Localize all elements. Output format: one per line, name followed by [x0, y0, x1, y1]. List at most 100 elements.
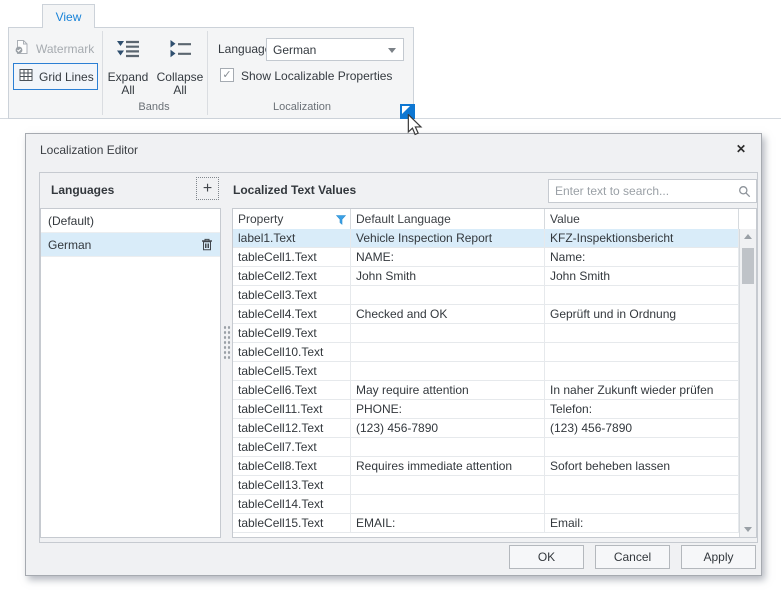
grid-cell[interactable] — [351, 495, 545, 513]
grid-cell[interactable] — [351, 324, 545, 342]
cancel-button[interactable]: Cancel — [595, 545, 670, 569]
grid-cell[interactable]: tableCell15.Text — [233, 514, 351, 532]
grid-cell[interactable]: tableCell12.Text — [233, 419, 351, 437]
grid-cell[interactable] — [351, 362, 545, 380]
grid-row[interactable]: tableCell1.TextNAME:Name: — [233, 248, 739, 267]
scrollbar-thumb[interactable] — [742, 248, 754, 284]
grid-cell[interactable] — [545, 324, 739, 342]
grid-cell[interactable]: John Smith — [351, 267, 545, 285]
grid-cell[interactable]: tableCell1.Text — [233, 248, 351, 266]
show-localizable-properties-checkbox[interactable]: ✓ — [220, 68, 234, 82]
expand-all-icon — [117, 38, 140, 64]
grid-row[interactable]: tableCell15.TextEMAIL:Email: — [233, 514, 739, 533]
close-icon[interactable]: ✕ — [732, 140, 750, 158]
grid-cell[interactable]: tableCell6.Text — [233, 381, 351, 399]
dialog-content-panel: Languages + (Default)German Localized Te… — [39, 172, 758, 543]
localization-group-label: Localization — [206, 101, 398, 113]
grid-cell[interactable]: tableCell14.Text — [233, 495, 351, 513]
grid-cell[interactable]: tableCell4.Text — [233, 305, 351, 323]
grid-cell[interactable] — [351, 286, 545, 304]
grid-cell[interactable]: tableCell3.Text — [233, 286, 351, 304]
grid-cell[interactable]: EMAIL: — [351, 514, 545, 532]
grid-cell[interactable]: Sofort beheben lassen — [545, 457, 739, 475]
grid-row[interactable]: tableCell10.Text — [233, 343, 739, 362]
grid-cell[interactable]: In naher Zukunft wieder prüfen — [545, 381, 739, 399]
scrollbar-down-icon[interactable] — [740, 522, 756, 537]
filter-icon[interactable] — [336, 214, 346, 228]
grid-row[interactable]: tableCell8.TextRequires immediate attent… — [233, 457, 739, 476]
grid-row[interactable]: tableCell3.Text — [233, 286, 739, 305]
grid-cell[interactable]: tableCell7.Text — [233, 438, 351, 456]
language-list-item[interactable]: German — [41, 233, 220, 257]
grid-cell[interactable]: John Smith — [545, 267, 739, 285]
language-name: German — [48, 238, 91, 252]
grid-cell[interactable]: Geprüft und in Ordnung — [545, 305, 739, 323]
dialog-title: Localization Editor — [40, 143, 138, 157]
grid-cell[interactable]: Email: — [545, 514, 739, 532]
grid-cell[interactable]: Checked and OK — [351, 305, 545, 323]
search-icon[interactable] — [738, 185, 751, 201]
grid-cell[interactable] — [351, 343, 545, 361]
grid-cell[interactable]: tableCell10.Text — [233, 343, 351, 361]
grid-row[interactable]: tableCell11.TextPHONE:Telefon: — [233, 400, 739, 419]
grid-cell[interactable]: May require attention — [351, 381, 545, 399]
grid-cell[interactable]: label1.Text — [233, 229, 351, 247]
grid-cell[interactable]: Vehicle Inspection Report — [351, 229, 545, 247]
language-list-item[interactable]: (Default) — [41, 209, 220, 233]
grid-cell[interactable]: PHONE: — [351, 400, 545, 418]
grid-row[interactable]: tableCell6.TextMay require attentionIn n… — [233, 381, 739, 400]
grid-row[interactable]: tableCell2.TextJohn SmithJohn Smith — [233, 267, 739, 286]
grid-cell[interactable]: tableCell11.Text — [233, 400, 351, 418]
column-header-property[interactable]: Property — [233, 209, 351, 229]
grid-row[interactable]: tableCell14.Text — [233, 495, 739, 514]
search-input[interactable] — [549, 180, 735, 201]
grid-lines-button[interactable]: Grid Lines — [13, 63, 98, 90]
grid-cell[interactable] — [545, 476, 739, 494]
grid-row[interactable]: tableCell13.Text — [233, 476, 739, 495]
grid-cell[interactable]: tableCell9.Text — [233, 324, 351, 342]
grid-cell[interactable]: tableCell2.Text — [233, 267, 351, 285]
grid-cell[interactable]: Requires immediate attention — [351, 457, 545, 475]
grid-cell[interactable]: KFZ-Inspektionsbericht — [545, 229, 739, 247]
apply-button[interactable]: Apply — [681, 545, 756, 569]
language-dropdown[interactable]: German — [266, 38, 404, 61]
grid-cell[interactable] — [545, 438, 739, 456]
grid-cell[interactable]: (123) 456-7890 — [351, 419, 545, 437]
mouse-cursor — [405, 114, 425, 140]
column-header-value[interactable]: Value — [545, 209, 739, 229]
grid-row[interactable]: tableCell7.Text — [233, 438, 739, 457]
localized-values-grid: Property Default Language Value — [232, 208, 757, 538]
column-header-default-language[interactable]: Default Language — [351, 209, 545, 229]
panel-splitter-grip[interactable] — [223, 325, 231, 361]
grid-cell[interactable]: tableCell8.Text — [233, 457, 351, 475]
languages-list: (Default) German — [40, 208, 221, 538]
grid-row[interactable]: tableCell12.Text(123) 456-7890(123) 456-… — [233, 419, 739, 438]
watermark-button[interactable]: Watermark — [14, 39, 94, 58]
grid-row[interactable]: tableCell9.Text — [233, 324, 739, 343]
vertical-scrollbar[interactable] — [739, 229, 756, 537]
grid-cell[interactable]: NAME: — [351, 248, 545, 266]
grid-row[interactable]: label1.TextVehicle Inspection ReportKFZ-… — [233, 229, 739, 248]
grid-row[interactable]: tableCell5.Text — [233, 362, 739, 381]
grid-cell[interactable]: (123) 456-7890 — [545, 419, 739, 437]
grid-cell[interactable] — [351, 438, 545, 456]
add-language-button[interactable]: + — [196, 177, 219, 200]
localized-text-values-caption: Localized Text Values — [233, 183, 356, 197]
grid-cell[interactable]: tableCell5.Text — [233, 362, 351, 380]
grid-row[interactable]: tableCell4.TextChecked and OKGeprüft und… — [233, 305, 739, 324]
grid-cell[interactable]: tableCell13.Text — [233, 476, 351, 494]
ribbon-body: Watermark Grid Lines ExpandAll — [8, 27, 414, 119]
grid-cell[interactable]: Telefon: — [545, 400, 739, 418]
ok-button[interactable]: OK — [509, 545, 584, 569]
column-header-label: Value — [550, 212, 580, 226]
grid-cell[interactable] — [351, 476, 545, 494]
grid-cell[interactable] — [545, 495, 739, 513]
grid-cell[interactable] — [545, 362, 739, 380]
tab-view[interactable]: View — [42, 4, 95, 28]
language-name: (Default) — [48, 214, 94, 228]
grid-cell[interactable] — [545, 343, 739, 361]
scrollbar-up-icon[interactable] — [740, 229, 756, 244]
delete-language-icon[interactable] — [201, 238, 213, 251]
grid-cell[interactable]: Name: — [545, 248, 739, 266]
grid-cell[interactable] — [545, 286, 739, 304]
